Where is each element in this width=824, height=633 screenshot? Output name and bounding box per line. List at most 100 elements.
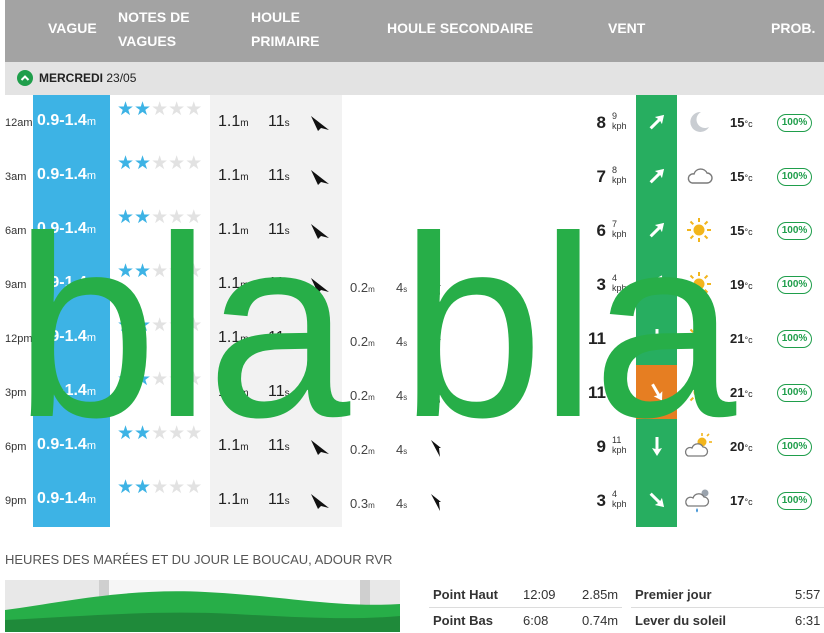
row-time: 6pm: [5, 441, 27, 453]
day-date: 23/05: [106, 71, 137, 85]
forecast-row: 6am 0.9-1.4m ★★★★★ 1.1m 11s 6 7 kph 15°c 100%: [0, 203, 824, 257]
wave-height: 0.9-1.4m: [37, 112, 96, 129]
row-time: 12am: [5, 117, 33, 129]
star-icon: ★: [151, 207, 169, 228]
probability-badge: 100%: [777, 222, 812, 240]
primary-swell-height: 1.1m: [218, 167, 249, 184]
star-icon: ★: [151, 261, 169, 282]
tide-label: Point Haut: [433, 587, 498, 602]
probability-badge: 100%: [777, 276, 812, 294]
probability-badge: 100%: [777, 114, 812, 132]
forecast-row: 12pm 0.9-1.4m ★★★★★ 1.1m 11s 0.2m 4s 11 21°c 100%: [0, 311, 824, 365]
star-icon: ★: [117, 207, 135, 228]
star-icon: ★: [168, 477, 186, 498]
cloud-icon: [684, 161, 714, 191]
row-time: 9pm: [5, 495, 27, 507]
star-icon: ★: [134, 315, 152, 336]
star-icon: ★: [151, 477, 169, 498]
star-icon: ★: [134, 477, 152, 498]
star-icon: ★: [168, 261, 186, 282]
wave-height: 0.9-1.4m: [37, 490, 96, 507]
sun-time: 6:31: [795, 613, 821, 628]
star-icon: ★: [168, 153, 186, 174]
secondary-swell-period: 4s: [396, 334, 408, 349]
forecast-row: 3am 0.9-1.4m ★★★★★ 1.1m 11s 7 8 kph 15°c 100%: [0, 149, 824, 203]
wave-rating: ★★★★★: [117, 261, 202, 282]
sun-icon: [684, 323, 714, 353]
primary-swell-period: 11s: [268, 437, 290, 454]
day-bar[interactable]: MERCREDI 23/05: [5, 62, 824, 95]
sun-time: 5:57: [795, 587, 821, 602]
primary-swell-height: 1.1m: [218, 491, 249, 508]
primary-swell-period: 11s: [268, 167, 290, 184]
star-icon: ★: [134, 99, 152, 120]
probability-badge: 100%: [777, 330, 812, 348]
star-icon: ★: [117, 369, 135, 390]
secondary-swell-height: 0.2m: [350, 280, 375, 295]
temperature: 15°c: [730, 115, 753, 130]
star-icon: ★: [168, 369, 186, 390]
wave-rating: ★★★★★: [117, 153, 202, 174]
star-icon: ★: [185, 207, 203, 228]
forecast-row: 3pm 0.9-1.4m ★★★★★ 1.1m 11s 0.2m 4s 11 21°c 100%: [0, 365, 824, 419]
forecast-header: VAGUE NOTES DE VAGUES HOULE PRIMAIRE HOU…: [5, 0, 824, 62]
sun-label: Lever du soleil: [635, 613, 727, 628]
primary-swell-height: 1.1m: [218, 437, 249, 454]
forecast-row: 9pm 0.9-1.4m ★★★★★ 1.1m 11s 0.3m 4s 3 4 kph 17°c 10…: [0, 473, 824, 527]
secondary-swell-period: 4s: [396, 388, 408, 403]
star-icon: ★: [134, 207, 152, 228]
secondary-swell-direction-icon: [431, 386, 441, 403]
star-icon: ★: [151, 423, 169, 444]
col-prob: PROB.: [771, 20, 816, 36]
secondary-swell-height: 0.2m: [350, 334, 375, 349]
chevron-up-icon[interactable]: [17, 70, 33, 86]
star-icon: ★: [185, 261, 203, 282]
primary-swell-period: 11s: [268, 113, 290, 130]
wave-height: 0.9-1.4m: [37, 274, 96, 291]
wave-rating: ★★★★★: [117, 99, 202, 120]
secondary-swell-period: 4s: [396, 442, 408, 457]
sun-icon: [684, 215, 714, 245]
tide-row: Point Bas 6:08 0.74m Lever du soleil 6:3…: [429, 608, 824, 633]
wind-direction-icon: [649, 168, 665, 184]
wave-height: 0.9-1.4m: [37, 382, 96, 399]
tide-time: 12:09: [523, 587, 556, 602]
partly-sunny-icon: [684, 431, 714, 461]
wind-direction-icon: [651, 275, 663, 293]
star-icon: ★: [117, 423, 135, 444]
secondary-swell-period: 4s: [396, 496, 408, 511]
star-icon: ★: [151, 315, 169, 336]
row-time: 9am: [5, 279, 27, 291]
primary-swell-period: 11s: [268, 221, 290, 238]
sun-icon: [684, 377, 714, 407]
primary-swell-direction-icon: [311, 386, 329, 401]
tide-chart: [5, 580, 400, 632]
tide-height: 0.74m: [582, 613, 619, 628]
wave-height: 0.9-1.4m: [37, 166, 96, 183]
primary-swell-height: 1.1m: [218, 275, 249, 292]
probability-badge: 100%: [777, 438, 812, 456]
row-time: 3pm: [5, 387, 27, 399]
forecast-row: 12am 0.9-1.4m ★★★★★ 1.1m 11s 8 9 kph 15°c 100%: [0, 95, 824, 149]
wave-rating: ★★★★★: [117, 369, 202, 390]
wind-direction-icon: [649, 222, 665, 238]
star-icon: ★: [134, 261, 152, 282]
wind-gust: 9 kph: [612, 111, 627, 131]
temperature: 17°c: [730, 493, 753, 508]
wind-gust: 7 kph: [612, 219, 627, 239]
forecast-row: 6pm 0.9-1.4m ★★★★★ 1.1m 11s 0.2m 4s 9 11 kph 20°c 1…: [0, 419, 824, 473]
secondary-swell-height: 0.2m: [350, 388, 375, 403]
sun-icon: [684, 269, 714, 299]
tide-time: 6:08: [523, 613, 549, 628]
col-vent: VENT: [608, 20, 646, 36]
primary-swell-period: 11s: [268, 491, 290, 508]
temperature: 15°c: [730, 223, 753, 238]
temperature: 19°c: [730, 277, 753, 292]
secondary-swell-height: 0.2m: [350, 442, 375, 457]
col-houle-primaire: HOULE PRIMAIRE: [251, 9, 320, 49]
secondary-swell-direction-icon: [431, 278, 441, 295]
primary-swell-direction-icon: [311, 332, 329, 347]
wave-height: 0.9-1.4m: [37, 436, 96, 453]
wind-gust: 11 kph: [612, 435, 627, 455]
star-icon: ★: [151, 369, 169, 390]
